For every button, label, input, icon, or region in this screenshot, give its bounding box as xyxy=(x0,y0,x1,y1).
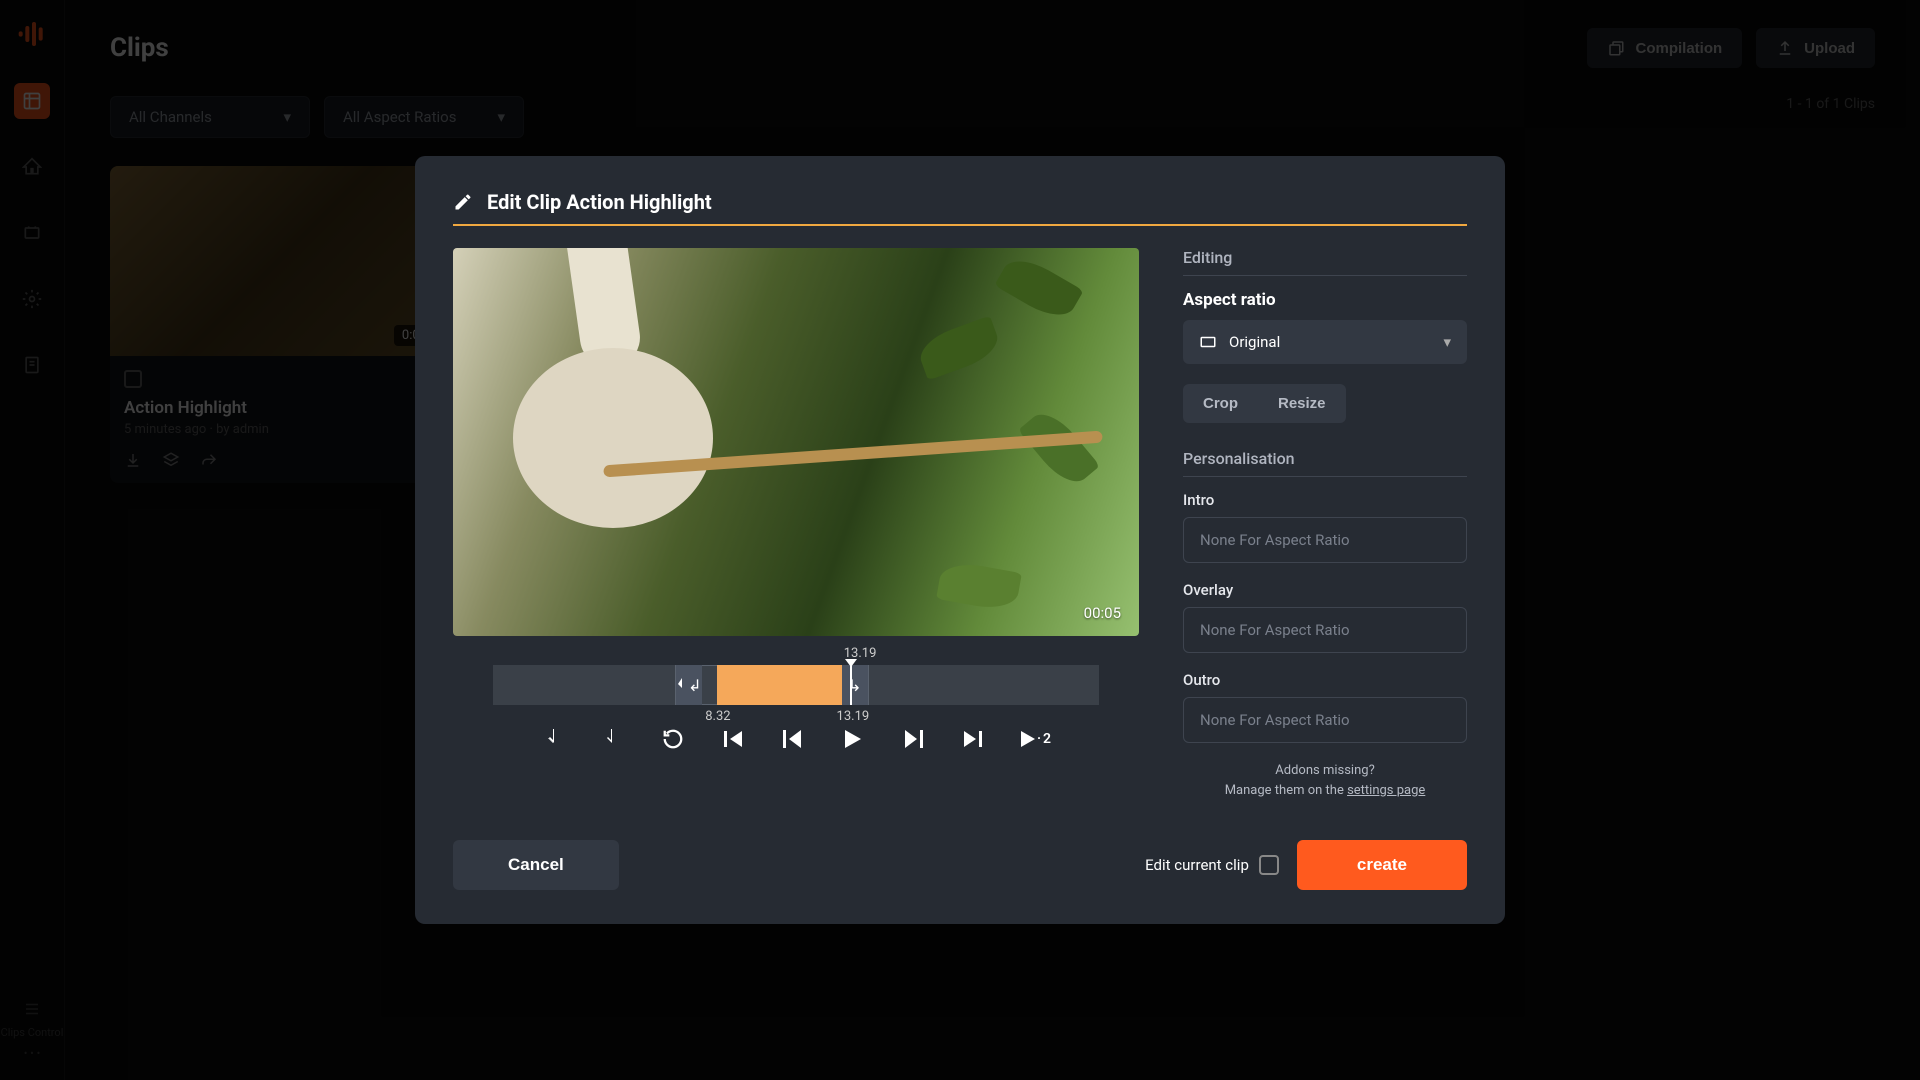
overlay-select[interactable]: None For Aspect Ratio xyxy=(1183,607,1467,653)
aspect-ratio-select[interactable]: Original ▾ xyxy=(1183,320,1467,364)
create-button[interactable]: create xyxy=(1297,840,1467,890)
aspect-ratio-label: Aspect ratio xyxy=(1183,290,1467,310)
outro-label: Outro xyxy=(1183,671,1467,689)
personalisation-section-label: Personalisation xyxy=(1183,449,1467,477)
settings-page-link[interactable]: settings page xyxy=(1347,783,1425,798)
crop-button[interactable]: Crop xyxy=(1183,384,1258,423)
undo-button[interactable] xyxy=(661,727,685,751)
intro-select[interactable]: None For Aspect Ratio xyxy=(1183,517,1467,563)
timeline-track[interactable]: ↲ ↳ xyxy=(493,665,1099,705)
trim-in-time: 8.32 xyxy=(705,709,730,724)
play-button[interactable] xyxy=(841,727,865,751)
playback-speed-button[interactable]: ·2 xyxy=(1021,727,1051,751)
chevron-down-icon: ▾ xyxy=(1443,333,1451,351)
modal-title: Edit Clip Action Highlight xyxy=(487,190,712,214)
step-forward-button[interactable] xyxy=(901,727,925,751)
trim-in-handle[interactable]: ↲ xyxy=(676,665,702,705)
overlay-label: Overlay xyxy=(1183,581,1467,599)
edit-current-label: Edit current clip xyxy=(1145,856,1249,874)
cancel-button[interactable]: Cancel xyxy=(453,840,619,890)
video-preview[interactable]: 00:05 xyxy=(453,248,1139,636)
trim-out-handle[interactable]: ↳ xyxy=(842,665,868,705)
set-out-button[interactable] xyxy=(601,727,625,751)
resize-button[interactable]: Resize xyxy=(1258,384,1346,423)
skip-forward-button[interactable] xyxy=(961,727,985,751)
addons-hint: Addons missing? Manage them on the setti… xyxy=(1183,761,1467,800)
transport-controls: ·2 xyxy=(453,727,1139,751)
step-back-button[interactable] xyxy=(781,727,805,751)
modal-overlay: Edit Clip Action Highlight 00:05 13.19 xyxy=(0,0,1920,1080)
video-timestamp: 00:05 xyxy=(1084,604,1121,622)
outro-select[interactable]: None For Aspect Ratio xyxy=(1183,697,1467,743)
modal-divider xyxy=(453,224,1467,226)
edit-icon xyxy=(453,192,473,212)
editing-section-label: Editing xyxy=(1183,248,1467,276)
trim-fill xyxy=(717,665,850,705)
set-in-button[interactable] xyxy=(541,727,565,751)
edit-clip-modal: Edit Clip Action Highlight 00:05 13.19 xyxy=(415,156,1505,924)
edit-current-checkbox[interactable] xyxy=(1259,855,1279,875)
trim-out-time: 13.19 xyxy=(837,709,870,724)
rectangle-icon xyxy=(1199,333,1217,351)
skip-back-button[interactable] xyxy=(721,727,745,751)
playhead-line xyxy=(850,665,852,705)
intro-label: Intro xyxy=(1183,491,1467,509)
